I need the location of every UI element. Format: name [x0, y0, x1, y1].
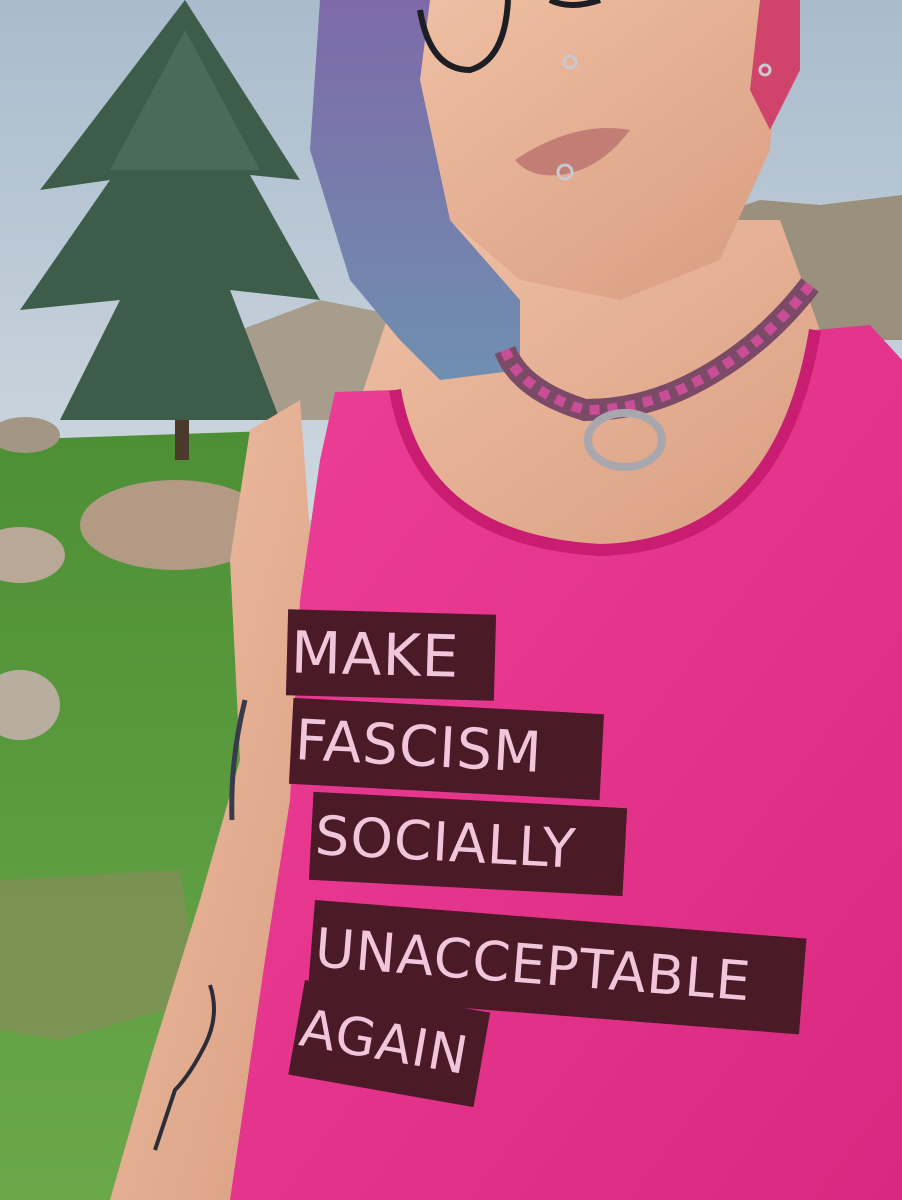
photo-scene: MAKE FASCISM SOCIALLY UNACCEPTABLE AGAIN [0, 0, 902, 1200]
photo-background [0, 0, 902, 1200]
